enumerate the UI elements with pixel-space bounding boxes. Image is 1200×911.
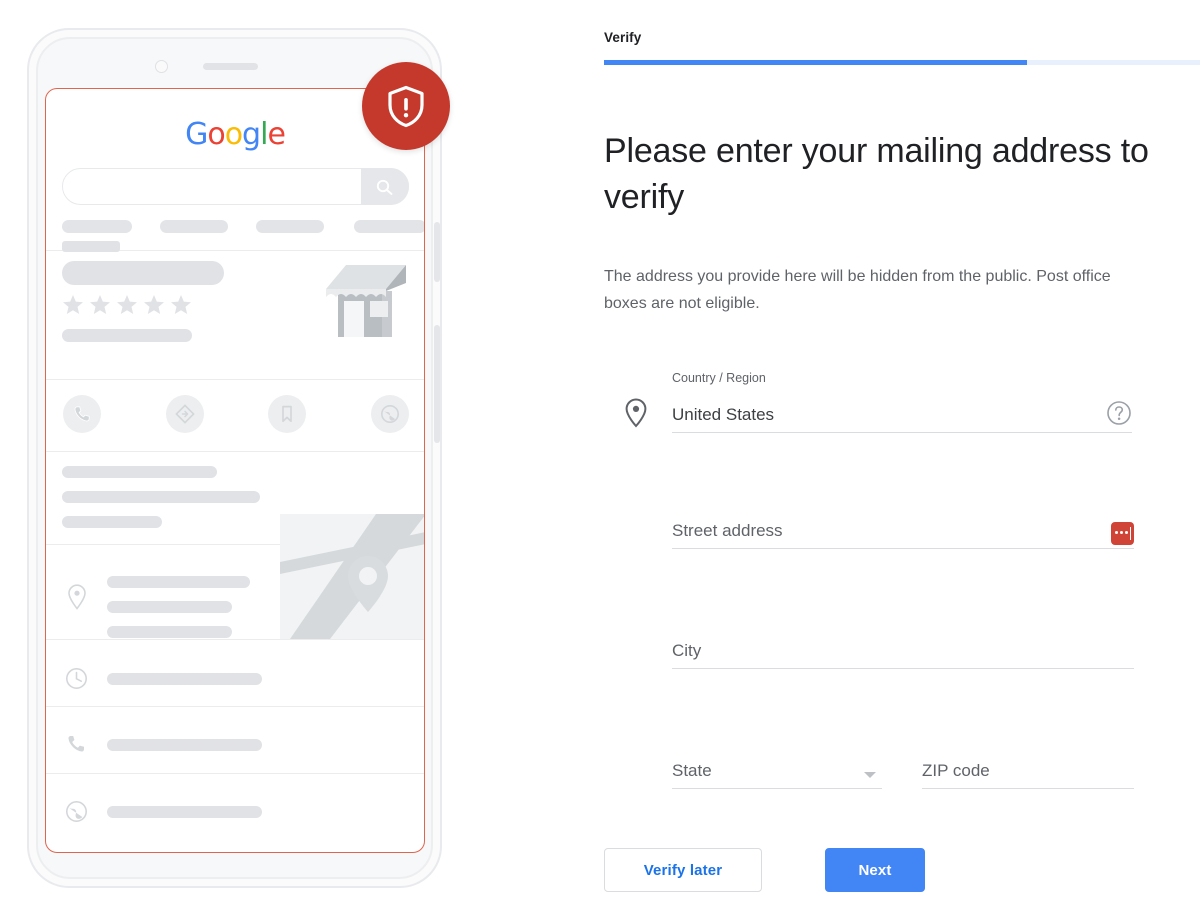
placeholder-bar [62, 466, 217, 478]
map-thumbnail[interactable] [280, 514, 424, 639]
search-icon[interactable] [361, 168, 409, 205]
directions-icon[interactable] [165, 395, 204, 433]
step-label: Verify [604, 30, 642, 45]
indicator-dots [1115, 531, 1128, 534]
city-placeholder: City [672, 641, 702, 660]
shield-alert-icon [362, 62, 450, 150]
verify-later-button[interactable]: Verify later [604, 848, 762, 892]
call-icon[interactable] [63, 395, 101, 433]
placeholder-bar [62, 491, 260, 503]
zip-code-field[interactable]: ZIP code [922, 755, 1134, 789]
placeholder-bar [107, 626, 232, 638]
city-field[interactable]: City [672, 635, 1134, 669]
placeholder-bar [62, 516, 162, 528]
placeholder-bar [107, 739, 262, 751]
placeholder-bar [107, 673, 262, 685]
country-field-value: United States [672, 405, 775, 424]
chevron-down-icon[interactable] [864, 772, 876, 778]
help-circle-icon[interactable] [1106, 400, 1132, 431]
indicator-caret [1129, 527, 1131, 540]
filter-chip[interactable] [354, 220, 424, 233]
divider [46, 451, 424, 452]
placeholder-bar [107, 601, 232, 613]
progress-bar-fill [604, 60, 1028, 65]
street-address-placeholder: Street address [672, 521, 783, 540]
state-field[interactable]: State [672, 755, 882, 789]
globe-icon [65, 800, 88, 828]
filter-chip[interactable] [256, 220, 324, 233]
state-placeholder: State [672, 761, 712, 780]
business-meta-placeholder [62, 329, 192, 342]
phone-volume-button [434, 222, 440, 282]
placeholder-bar [107, 576, 250, 588]
red-input-indicator-icon[interactable] [1111, 522, 1134, 545]
phone-icon [65, 733, 88, 761]
street-address-field[interactable]: Street address [672, 515, 1134, 549]
phone-power-button [434, 325, 440, 443]
divider [46, 773, 424, 774]
page-title: Please enter your mailing address to ver… [604, 132, 1149, 216]
rating-stars [62, 294, 192, 315]
verify-form-panel: Verify Please enter your mailing address… [604, 0, 1200, 911]
phone-speaker [203, 63, 258, 70]
page-description: The address you provide here will be hid… [604, 268, 1111, 312]
clock-icon [65, 667, 88, 695]
next-button[interactable]: Next [825, 848, 925, 892]
website-icon[interactable] [370, 395, 409, 433]
phone-camera-icon [155, 60, 168, 73]
business-action-row [63, 395, 409, 433]
storefront-icon [324, 257, 406, 347]
filter-chip[interactable] [160, 220, 228, 233]
placeholder-bar [62, 241, 120, 252]
business-name-placeholder [62, 261, 224, 285]
zip-code-placeholder: ZIP code [922, 761, 990, 780]
filter-chip[interactable] [62, 220, 132, 233]
verify-address-page: Google Verify Please enter your mailing … [0, 0, 1200, 911]
divider [46, 706, 424, 707]
progress-bar-track [604, 60, 1200, 65]
phone-illustration: Google [0, 0, 480, 911]
location-pin-icon [624, 398, 648, 433]
divider [46, 639, 424, 640]
filter-chip-row [62, 220, 424, 233]
placeholder-bar [107, 806, 262, 818]
divider [46, 379, 424, 380]
bookmark-icon[interactable] [268, 395, 307, 433]
country-field-label: Country / Region [672, 371, 766, 385]
search-input[interactable] [62, 168, 409, 205]
phone-screen: Google [45, 88, 425, 853]
map-pin-icon [67, 584, 87, 615]
country-field[interactable]: Country / Region United States [672, 371, 1132, 433]
